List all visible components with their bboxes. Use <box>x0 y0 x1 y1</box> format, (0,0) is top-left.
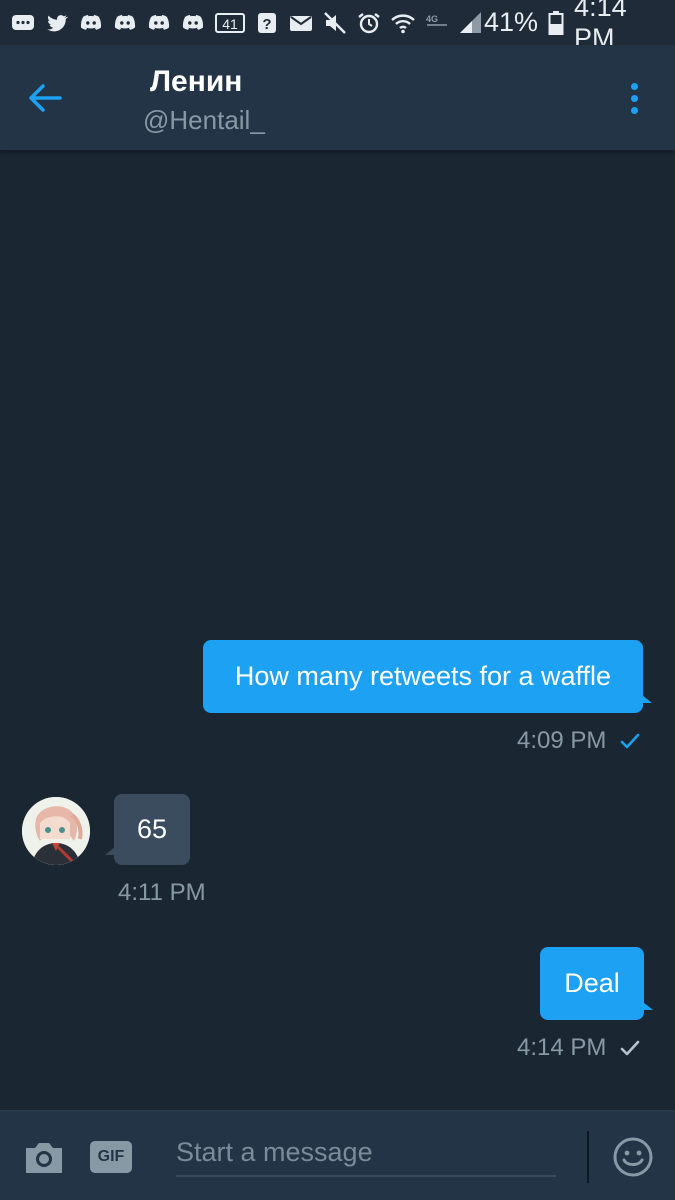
back-arrow-icon <box>29 84 62 112</box>
message-bubble-outgoing[interactable]: Deal <box>540 947 653 1020</box>
svg-text:?: ? <box>262 16 271 33</box>
message-input[interactable] <box>176 1129 556 1177</box>
notification-icons: 41 ? 4G <box>10 10 484 36</box>
conversation-handle[interactable]: @Hentail_ <box>143 105 265 136</box>
message-text: 65 <box>136 814 168 844</box>
more-vertical-icon-dot <box>630 94 638 102</box>
message-text: How many retweets for a waffle <box>234 661 612 691</box>
mute-icon <box>322 10 348 36</box>
message-timestamp: 4:11 PM <box>118 879 206 906</box>
camera-icon <box>26 1143 62 1173</box>
message-text: Deal <box>564 968 620 998</box>
composer-divider <box>587 1131 589 1183</box>
message-timestamp: 4:09 PM <box>517 727 607 754</box>
more-vertical-icon-dot <box>630 106 638 114</box>
message-timestamp: 4:14 PM <box>517 1034 607 1061</box>
cell-signal-icon <box>458 10 484 36</box>
sender-avatar[interactable] <box>22 797 90 865</box>
more-vertical-icon <box>630 82 638 90</box>
battery-percent: 41% <box>484 7 539 37</box>
conversation-title[interactable]: Ленин <box>150 65 242 99</box>
discord-icon <box>112 10 138 36</box>
read-checkmark-icon <box>618 729 642 753</box>
sent-checkmark-icon <box>618 1036 642 1060</box>
smiley-face-icon <box>613 1137 653 1177</box>
mail-icon <box>288 10 314 36</box>
battery-icon <box>548 10 564 36</box>
calendar-badge-count: 41 <box>222 16 238 32</box>
conversation-header: Ленин @Hentail_ <box>0 45 675 150</box>
message-bubble-incoming[interactable]: 65 <box>105 794 190 865</box>
help-question-icon: ? <box>254 10 280 36</box>
emoji-button[interactable] <box>611 1135 655 1179</box>
twitter-bird-icon <box>44 10 70 36</box>
message-meta: 4:09 PM <box>517 727 642 755</box>
gif-button[interactable]: GIF <box>90 1141 132 1173</box>
calendar-badge-icon: 41 <box>214 10 246 36</box>
status-bar: 41 ? 4G 41% 4:14 PM <box>0 0 675 53</box>
back-button[interactable] <box>22 75 68 121</box>
chat-bubble-icon <box>10 10 36 36</box>
message-meta: 4:11 PM <box>118 879 206 907</box>
overflow-menu-button[interactable] <box>612 75 656 121</box>
alarm-clock-icon <box>356 10 382 36</box>
svg-text:4G: 4G <box>426 14 438 24</box>
discord-icon <box>146 10 172 36</box>
camera-button[interactable] <box>22 1137 66 1177</box>
wifi-icon <box>390 10 416 36</box>
message-bubble-outgoing[interactable]: How many retweets for a waffle <box>203 640 652 713</box>
message-composer: GIF <box>0 1110 675 1200</box>
message-meta: 4:14 PM <box>517 1034 642 1062</box>
lte-signal-icon: 4G <box>424 10 450 36</box>
discord-icon <box>78 10 104 36</box>
discord-icon <box>180 10 206 36</box>
